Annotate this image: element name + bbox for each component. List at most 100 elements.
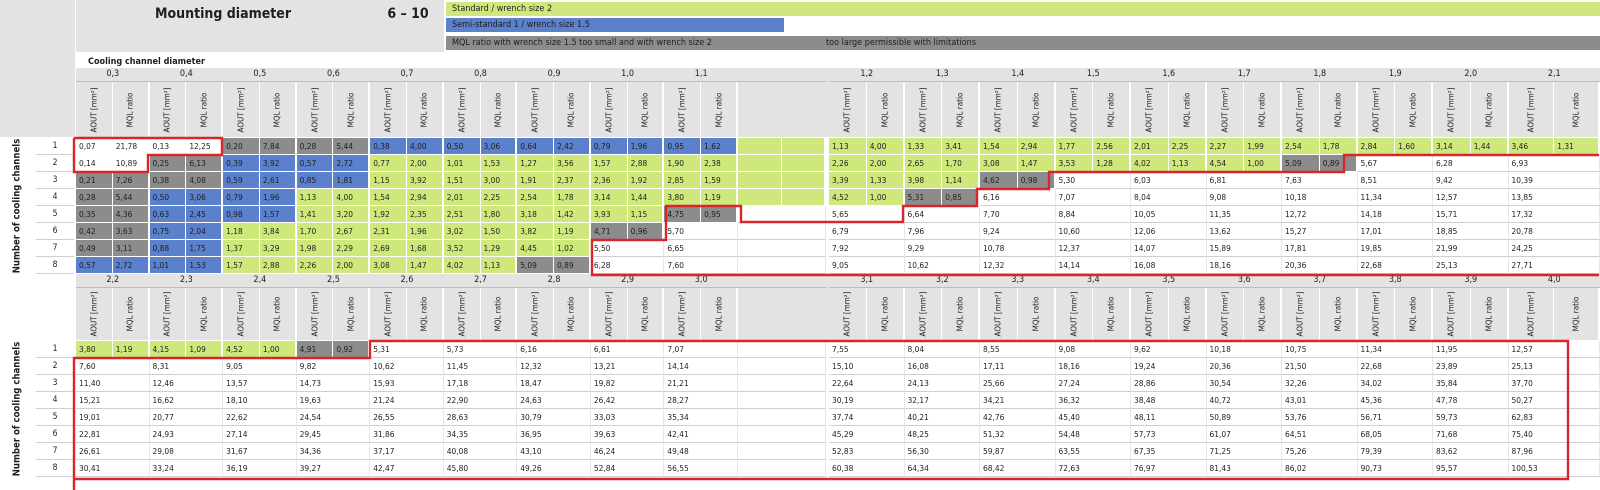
diameter-0-7: 1,0: [590, 68, 665, 82]
cell-mql-0-7-4: 1,47: [406, 257, 444, 274]
cell-1-7-7: 52,84: [590, 460, 665, 477]
cell-aout-0-3-10: 4,52: [829, 189, 867, 206]
cell-mql-0-3-10: 1,00: [866, 189, 905, 206]
cell-aout-0-7-2: 1,57: [223, 257, 260, 274]
cell-1-5-18: 71,68: [1433, 426, 1509, 443]
diameter-0-8: 1,1: [664, 68, 738, 82]
cell-1-1-18: 23,89: [1433, 358, 1509, 375]
cell-mql-0-5-6: 1,19: [554, 223, 591, 240]
column-label-aout: AOUT [mm²]: [1371, 87, 1381, 132]
cell-aout-0-0-17: 2,84: [1357, 138, 1396, 155]
cell-1-6-9: [737, 443, 826, 460]
cell-aout-0-0-6: 0,64: [517, 138, 555, 155]
cell-aout-0-1-8: 1,90: [664, 155, 702, 172]
cell-mql-0-1-13: 1,28: [1093, 155, 1131, 172]
diameter-0-12: 1,4: [980, 68, 1056, 82]
cell-1-5-2: 27,14: [223, 426, 297, 443]
column-label-mql-ratio: MQL ratio: [1182, 92, 1192, 127]
column-label-aout: AOUT [mm²]: [89, 291, 99, 337]
header-aout-1-3: AOUT [mm²]: [297, 288, 334, 340]
legend-standard-label: Standard / wrench size 2: [452, 4, 553, 14]
cell-aout-0-7-6: 5,09: [517, 257, 555, 274]
column-label-aout: AOUT [mm²]: [918, 291, 928, 337]
diameter-0-13: 1,5: [1055, 68, 1131, 82]
cell-mql-0-5-1: 2,04: [186, 223, 224, 240]
cell-1-5-15: 61,07: [1206, 426, 1282, 443]
cell-aout-0-1-7: 1,57: [590, 155, 628, 172]
column-label-aout: AOUT [mm²]: [677, 87, 687, 132]
cell-1-2-11: 24,13: [904, 375, 980, 392]
cell-1-1-14: 19,24: [1131, 358, 1207, 375]
cell-aout-0-4-6: 3,18: [517, 206, 555, 223]
cell-mql-0-4-8: 0,95: [701, 206, 738, 223]
cell-0-2-15: 6,81: [1206, 172, 1282, 189]
row-number-0-4: 5: [36, 206, 74, 223]
cell-0-6-10: 7,92: [829, 240, 905, 257]
cell-1-6-11: 56,30: [904, 443, 980, 460]
header-aout-0-18: AOUT [mm²]: [1433, 82, 1471, 137]
cell-mql-0-2-0: 7,26: [112, 172, 150, 189]
cell-1-2-18: 35,84: [1433, 375, 1509, 392]
cell-0-2-19: 10,39: [1508, 172, 1600, 189]
header-mql-1-14: MQL ratio: [1169, 288, 1207, 340]
header-mql-1-10: MQL ratio: [867, 288, 905, 340]
cell-0-5-13: 10,60: [1055, 223, 1131, 240]
column-label-aout: AOUT [mm²]: [1220, 87, 1230, 132]
cell-1-5-3: 29,45: [296, 426, 371, 443]
diameter-0-10: 1,2: [829, 68, 905, 82]
cell-1-4-1: 20,77: [149, 409, 224, 426]
column-label-mql-ratio: MQL ratio: [346, 296, 356, 332]
cell-1-1-3: 9,82: [296, 358, 371, 375]
cell-mql-0-1-9: [781, 155, 826, 172]
cell-mql-0-7-2: 2,88: [259, 257, 297, 274]
cell-0-4-13: 8,84: [1055, 206, 1131, 223]
cell-1-6-19: 87,96: [1508, 443, 1600, 460]
row-number-1-7: 8: [36, 460, 74, 477]
header-mql-1-3: MQL ratio: [333, 288, 371, 340]
diameter-1-16: 3,7: [1282, 274, 1358, 288]
cell-aout-0-4-8: 4,75: [664, 206, 702, 223]
cell-1-7-15: 81,43: [1206, 460, 1282, 477]
column-label-mql-ratio: MQL ratio: [493, 296, 503, 332]
header-mql-0-3: MQL ratio: [333, 82, 371, 137]
cell-aout-0-6-3: 1,98: [296, 240, 334, 257]
column-label-aout: AOUT [mm²]: [677, 291, 687, 337]
diameter-0-16: 1,8: [1282, 68, 1358, 82]
header-aout-1-13: AOUT [mm²]: [1056, 288, 1094, 340]
header-mql-1-13: MQL ratio: [1093, 288, 1131, 340]
cell-mql-0-3-8: 1,19: [701, 189, 738, 206]
header-aout-0-3: AOUT [mm²]: [297, 82, 334, 137]
cell-0-7-11: 10,62: [904, 257, 980, 274]
cell-1-5-13: 54,48: [1055, 426, 1131, 443]
cell-mql-0-0-6: 2,42: [554, 138, 591, 155]
cell-1-0-19: 12,57: [1508, 341, 1600, 358]
cell-aout-0-4-7: 3,93: [590, 206, 628, 223]
cell-1-1-1: 8,31: [149, 358, 224, 375]
cell-1-2-13: 27,24: [1055, 375, 1131, 392]
cell-1-7-18: 95,57: [1433, 460, 1509, 477]
cell-mql-0-2-4: 3,92: [406, 172, 444, 189]
cell-1-4-7: 33,03: [590, 409, 665, 426]
diameter-1-18: 3,9: [1433, 274, 1509, 288]
column-label-mql-ratio: MQL ratio: [1106, 92, 1116, 127]
cell-1-7-10: 60,38: [829, 460, 905, 477]
header-aout-0-13: AOUT [mm²]: [1056, 82, 1094, 137]
cell-0-7-13: 14,14: [1055, 257, 1131, 274]
column-label-mql-ratio: MQL ratio: [880, 92, 890, 127]
cell-mql-0-0-12: 2,94: [1017, 138, 1056, 155]
cell-aout-0-7-5: 4,02: [443, 257, 481, 274]
header-aout-1-10: AOUT [mm²]: [829, 288, 867, 340]
cell-1-7-9: [737, 460, 826, 477]
column-label-mql-ratio: MQL ratio: [714, 296, 724, 332]
column-label-mql-ratio: MQL ratio: [640, 296, 650, 332]
cell-mql-0-2-9: [781, 172, 826, 189]
cell-aout-0-1-3: 0,57: [296, 155, 334, 172]
cell-1-6-12: 59,87: [980, 443, 1056, 460]
header-aout-0-16: AOUT [mm²]: [1282, 82, 1320, 137]
cell-1-7-4: 42,47: [370, 460, 444, 477]
cell-1-3-8: 28,27: [664, 392, 738, 409]
cell-aout-1-0-2: 4,52: [223, 341, 260, 358]
cell-1-5-11: 48,25: [904, 426, 980, 443]
cell-1-7-17: 90,73: [1357, 460, 1433, 477]
cell-1-1-5: 11,45: [443, 358, 518, 375]
